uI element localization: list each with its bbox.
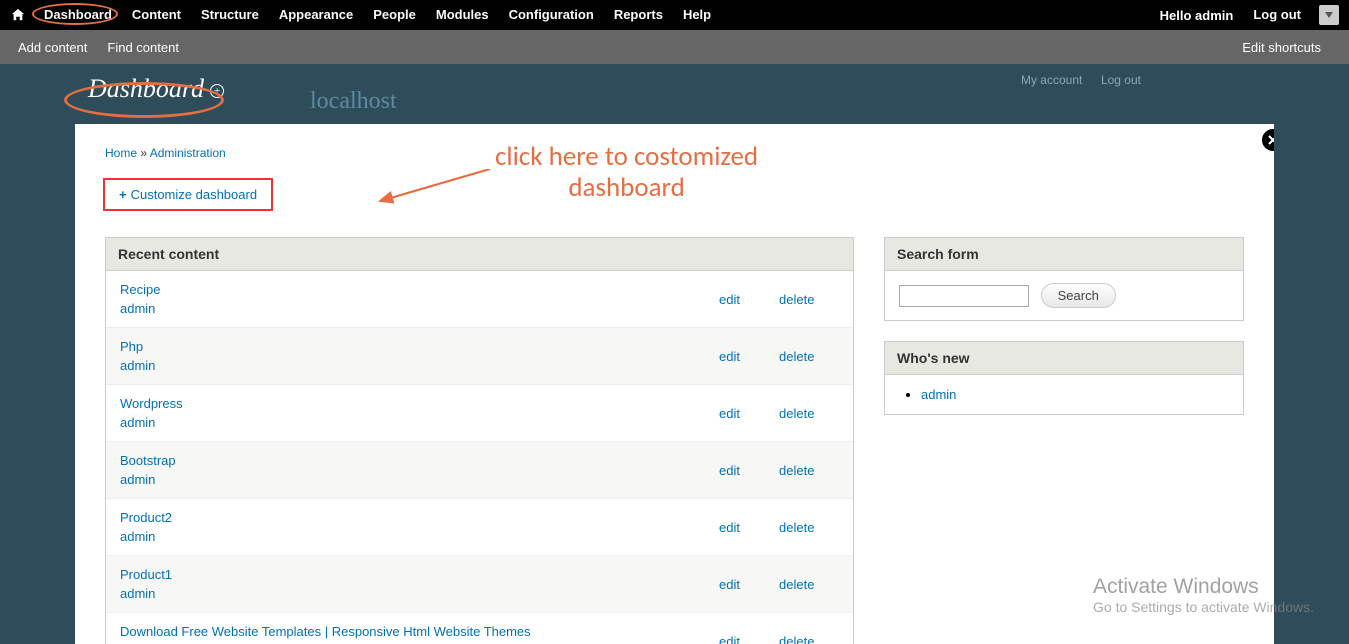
content-author-link[interactable]: admin — [120, 415, 155, 430]
annotation-arrow-icon — [375, 169, 495, 209]
whos-new-item: admin — [921, 387, 1229, 402]
content-row: Product1 admin editdelete — [106, 555, 853, 612]
edit-shortcuts-link[interactable]: Edit shortcuts — [1232, 40, 1331, 55]
page-header: Dashboard+ localhost My account Log out — [0, 64, 1349, 124]
edit-link[interactable]: edit — [719, 520, 779, 535]
plus-circle-icon: + — [210, 84, 224, 98]
menu-configuration[interactable]: Configuration — [499, 0, 604, 30]
content-row: Recipe admin editdelete — [106, 271, 853, 327]
edit-link[interactable]: edit — [719, 463, 779, 478]
content-title-link[interactable]: Wordpress — [120, 396, 719, 411]
menu-help[interactable]: Help — [673, 0, 721, 30]
edit-link[interactable]: edit — [719, 634, 779, 644]
delete-link[interactable]: delete — [779, 349, 839, 364]
content-author-link[interactable]: admin — [120, 472, 155, 487]
content-row: Download Free Website Templates | Respon… — [106, 612, 853, 644]
content-row: Product2 admin editdelete — [106, 498, 853, 555]
delete-link[interactable]: delete — [779, 463, 839, 478]
plus-icon: + — [119, 187, 127, 202]
menu-appearance[interactable]: Appearance — [269, 0, 363, 30]
hello-user: Hello admin — [1150, 8, 1244, 23]
annotation-text: click here to costomizeddashboard — [495, 141, 758, 203]
recent-content-header: Recent content — [106, 238, 853, 271]
content-title-link[interactable]: Product2 — [120, 510, 719, 525]
content-row: Bootstrap admin editdelete — [106, 441, 853, 498]
page-title: Dashboard+ — [88, 74, 224, 104]
menu-modules[interactable]: Modules — [426, 0, 499, 30]
content-row: Wordpress admin editdelete — [106, 384, 853, 441]
delete-link[interactable]: delete — [779, 406, 839, 421]
content-author-link[interactable]: admin — [120, 301, 155, 316]
content-title-link[interactable]: Bootstrap — [120, 453, 719, 468]
content-title-link[interactable]: Product1 — [120, 567, 719, 582]
content-title-link[interactable]: Download Free Website Templates | Respon… — [120, 624, 719, 639]
site-name: localhost — [310, 88, 397, 115]
toolbar-dropdown-toggle[interactable] — [1319, 5, 1339, 25]
edit-link[interactable]: edit — [719, 349, 779, 364]
search-button[interactable]: Search — [1041, 283, 1116, 308]
content-row: Php admin editdelete — [106, 327, 853, 384]
whos-new-block: Who's new admin — [884, 341, 1244, 415]
breadcrumb-admin[interactable]: Administration — [150, 146, 226, 160]
menu-reports[interactable]: Reports — [604, 0, 673, 30]
breadcrumb-home[interactable]: Home — [105, 146, 137, 160]
edit-link[interactable]: edit — [719, 577, 779, 592]
windows-watermark: Activate Windows Go to Settings to activ… — [1093, 575, 1314, 615]
menu-dashboard[interactable]: Dashboard — [34, 0, 122, 30]
search-block-header: Search form — [885, 238, 1243, 271]
home-icon[interactable] — [10, 7, 26, 23]
menu-structure[interactable]: Structure — [191, 0, 269, 30]
delete-link[interactable]: delete — [779, 577, 839, 592]
content-author-link[interactable]: admin — [120, 358, 155, 373]
delete-link[interactable]: delete — [779, 520, 839, 535]
overlay-panel: Home » Administration +Customize dashboa… — [75, 124, 1274, 644]
menu-people[interactable]: People — [363, 0, 426, 30]
shortcut-toolbar: Add content Find content Edit shortcuts — [0, 30, 1349, 64]
my-account-link[interactable]: My account — [1021, 73, 1082, 87]
delete-link[interactable]: delete — [779, 292, 839, 307]
breadcrumb-sep: » — [137, 146, 150, 160]
close-overlay-button[interactable] — [1262, 129, 1274, 151]
content-author-link[interactable]: admin — [120, 586, 155, 601]
content-title-link[interactable]: Php — [120, 339, 719, 354]
recent-content-block: Recent content RecipeadmineditdeletePhpa… — [105, 237, 854, 644]
edit-link[interactable]: edit — [719, 292, 779, 307]
delete-link[interactable]: delete — [779, 634, 839, 644]
menu-content[interactable]: Content — [122, 0, 191, 30]
content-author-link[interactable]: admin — [120, 529, 155, 544]
content-title-link[interactable]: Recipe — [120, 282, 719, 297]
logout-link[interactable]: Log out — [1243, 0, 1311, 30]
whos-new-user-link[interactable]: admin — [921, 387, 956, 402]
search-block: Search form Search — [884, 237, 1244, 321]
search-input[interactable] — [899, 285, 1029, 307]
header-logout-link[interactable]: Log out — [1101, 73, 1141, 87]
user-links: My account Log out — [1006, 72, 1141, 87]
find-content-link[interactable]: Find content — [97, 40, 189, 55]
whos-new-header: Who's new — [885, 342, 1243, 375]
add-content-link[interactable]: Add content — [18, 40, 97, 55]
edit-link[interactable]: edit — [719, 406, 779, 421]
admin-toolbar: Dashboard Content Structure Appearance P… — [0, 0, 1349, 30]
customize-dashboard-button[interactable]: +Customize dashboard — [103, 178, 273, 211]
